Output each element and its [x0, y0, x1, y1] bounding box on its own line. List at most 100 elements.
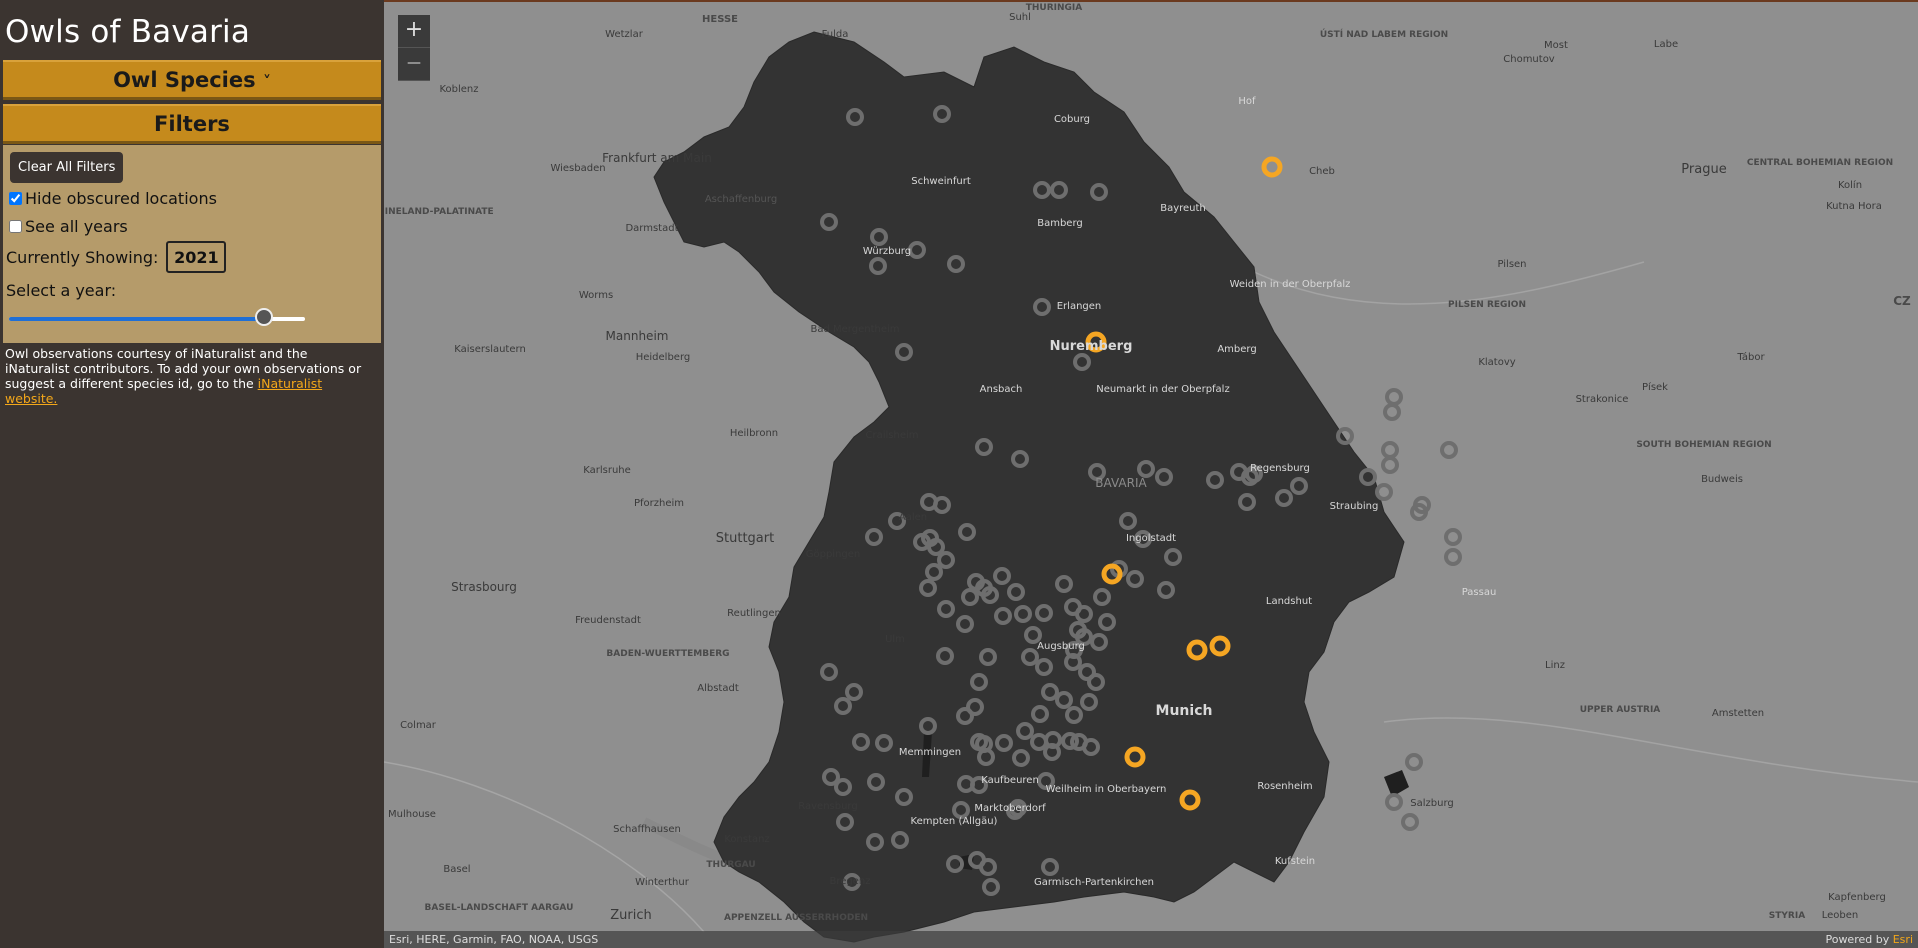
map-label-baden: BADEN-WUERTTEMBERG — [606, 649, 729, 659]
map-label-thurgau: THURGAU — [706, 860, 755, 870]
current-year-box: 2021 — [166, 241, 227, 273]
see-all-years-checkbox[interactable] — [9, 220, 22, 233]
map-label-salzburg: Salzburg — [1410, 798, 1453, 809]
zoom-in-button[interactable]: + — [398, 15, 430, 48]
chevron-down-icon: ˅ — [262, 72, 271, 91]
zoom-out-button[interactable]: — — [398, 48, 430, 81]
map-label-goppingen: Göppingen — [806, 549, 861, 560]
map-label-pilsen: Pilsen — [1497, 259, 1526, 270]
map-label-landshut: Landshut — [1266, 596, 1312, 607]
map-label-hof: Hof — [1238, 96, 1256, 107]
map-label-appenzell: APPENZELL AUSSERRHODEN — [724, 913, 868, 923]
year-slider[interactable] — [9, 308, 305, 326]
map-label-regensburg: Regensburg — [1250, 463, 1310, 474]
map-label-budweis: Budweis — [1701, 474, 1743, 485]
map-label-crailsheim: Crailsheim — [866, 430, 919, 441]
map-label-kutna-hora: Kutna Hora — [1826, 201, 1882, 212]
map-label-rhineland: RHINELAND-PALATINATE — [384, 207, 494, 217]
map-label-mannheim: Mannheim — [606, 329, 669, 343]
observation-marker[interactable] — [1405, 753, 1423, 771]
map-label-bamberg: Bamberg — [1037, 218, 1083, 229]
powered-by-text: Powered by — [1825, 933, 1893, 946]
observation-marker[interactable] — [1385, 793, 1403, 811]
map-label-neumarkt: Neumarkt in der Oberpfalz — [1096, 384, 1229, 395]
hide-obscured-checkbox[interactable] — [9, 192, 22, 205]
map-label-schaffhausen: Schaffhausen — [613, 824, 681, 835]
owl-species-dropdown[interactable]: Owl Species ˅ — [3, 60, 381, 100]
observation-marker[interactable] — [1440, 441, 1458, 459]
esri-link[interactable]: Esri — [1893, 933, 1913, 946]
clear-all-filters-button[interactable]: Clear All Filters — [10, 152, 124, 183]
map-label-wiesbaden: Wiesbaden — [550, 163, 605, 174]
map-label-basel: BASEL-LANDSCHAFT AARGAU — [425, 903, 574, 913]
observation-marker[interactable] — [1383, 403, 1401, 421]
map-label-bad-mergentheim: Bad Mergentheim — [811, 324, 900, 335]
map-label-bregenz: Bregenz — [830, 876, 871, 887]
map-label-linz: Linz — [1545, 660, 1565, 671]
observation-marker-highlighted[interactable] — [1261, 156, 1283, 178]
hide-obscured-label: Hide obscured locations — [25, 189, 217, 208]
map-label-passau: Passau — [1462, 587, 1497, 598]
observation-marker[interactable] — [1385, 388, 1403, 406]
map-label-kufstein: Kufstein — [1275, 856, 1315, 867]
map-label-ingolstadt: Ingolstadt — [1126, 533, 1176, 544]
map-label-rosenheim: Rosenheim — [1257, 781, 1312, 792]
map-label-frankfurt: Frankfurt am Main — [602, 151, 712, 165]
map-label-aalen: Aalen — [899, 512, 927, 523]
map-label-suhl: Suhl — [1009, 12, 1031, 23]
map-label-pilsen-region: PILSEN REGION — [1448, 300, 1526, 310]
observation-marker[interactable] — [1401, 813, 1419, 831]
map-label-bavaria: BAVARIA — [1095, 476, 1147, 490]
map-label-hesse: HESSE — [702, 14, 738, 25]
credit-text: Owl observations courtesy of iNaturalist… — [5, 346, 375, 406]
map-label-strasbourg: Strasbourg — [451, 580, 517, 594]
year-slider-thumb[interactable] — [254, 308, 273, 326]
map-label-bayreuth: Bayreuth — [1160, 203, 1206, 214]
map-label-pforzheim: Pforzheim — [634, 498, 684, 509]
map-label-straubing: Straubing — [1330, 501, 1379, 512]
map-label-strakonice: Strakonice — [1576, 394, 1629, 405]
hide-obscured-row[interactable]: Hide obscured locations — [9, 189, 217, 208]
map-label-koblenz: Koblenz — [439, 84, 478, 95]
map-label-cz: CZ — [1893, 294, 1911, 308]
observation-marker[interactable] — [1381, 441, 1399, 459]
select-year-label: Select a year: — [6, 281, 117, 300]
map-label-chomutov: Chomutov — [1503, 54, 1555, 65]
map-label-usti: ÚSTÍ NAD LABEM REGION — [1320, 28, 1448, 40]
map-label-central-bohemian: CENTRAL BOHEMIAN REGION — [1747, 158, 1893, 168]
map-label-coburg: Coburg — [1054, 114, 1090, 125]
basemap: HESSE THURINGIA ÚSTÍ NAD LABEM REGION RHINE… — [384, 3, 1918, 943]
map-label-munich: Munich — [1156, 703, 1213, 719]
map-label-ulm: Ulm — [885, 634, 905, 645]
see-all-years-row[interactable]: See all years — [9, 217, 128, 236]
see-all-years-label: See all years — [25, 217, 128, 236]
observation-marker[interactable] — [1444, 528, 1462, 546]
map-view[interactable]: HESSE THURINGIA ÚSTÍ NAD LABEM REGION RHINE… — [384, 0, 1918, 948]
filters-header: Filters — [3, 104, 381, 144]
map-label-stuttgart: Stuttgart — [716, 531, 774, 546]
map-label-pisek: Písek — [1642, 381, 1668, 393]
map-label-most: Most — [1544, 40, 1568, 51]
filters-panel: Clear All Filters Hide obscured location… — [3, 145, 381, 343]
map-label-garmisch: Garmisch-Partenkirchen — [1034, 877, 1154, 888]
map-label-heilbronn: Heilbronn — [730, 428, 778, 439]
map-label-cheb: Cheb — [1309, 166, 1335, 177]
map-label-kapfenberg: Kapfenberg — [1828, 892, 1886, 903]
observation-marker[interactable] — [1444, 548, 1462, 566]
map-attribution: Esri, HERE, Garmin, FAO, NOAA, USGS Powe… — [384, 931, 1918, 948]
observation-marker[interactable] — [1375, 483, 1393, 501]
map-label-allstadt: Albstadt — [697, 683, 739, 694]
observation-marker[interactable] — [1381, 456, 1399, 474]
map-label-ravensburg: Ravensburg — [798, 801, 857, 812]
map-label-zurich: Zurich — [610, 908, 652, 923]
map-label-colmar: Colmar — [400, 720, 437, 731]
map-label-darmstadt: Darmstadt — [625, 223, 678, 234]
map-label-winterthur: Winterthur — [635, 877, 690, 888]
map-label-marktoberdorf: Marktoberdorf — [974, 803, 1046, 814]
map-label-reutlingen: Reutlingen — [727, 608, 781, 619]
currently-showing-row: Currently Showing: 2021 — [6, 241, 227, 273]
map-label-nuremberg: Nuremberg — [1050, 339, 1133, 354]
map-label-amstetten: Amstetten — [1712, 708, 1764, 719]
map-label-amberg: Amberg — [1217, 344, 1256, 355]
map-label-styria: STYRIA — [1769, 911, 1805, 921]
